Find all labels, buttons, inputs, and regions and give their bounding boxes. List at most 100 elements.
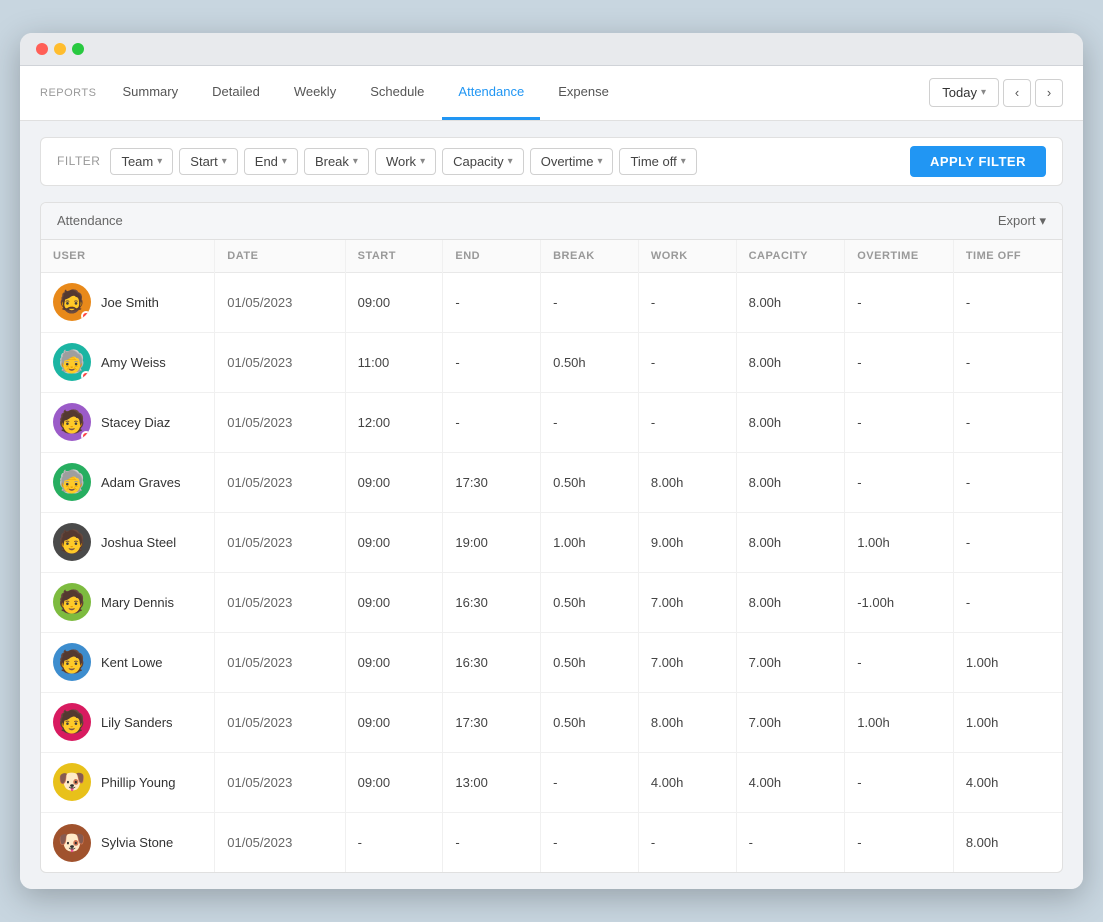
filter-end[interactable]: End ▾ [244, 148, 298, 175]
minimize-button[interactable] [54, 43, 66, 55]
overtime-cell: - [845, 332, 954, 392]
break-cell: - [541, 812, 639, 872]
table-row: 🧑 Stacey Diaz 01/05/2023 12:00 - - - 8.0… [41, 392, 1062, 452]
tab-schedule[interactable]: Schedule [354, 66, 440, 120]
work-cell: - [638, 392, 736, 452]
overtime-cell: - [845, 812, 954, 872]
start-cell: 12:00 [345, 392, 443, 452]
capacity-cell: 8.00h [736, 272, 845, 332]
table-row: 🐶 Phillip Young 01/05/2023 09:00 13:00 -… [41, 752, 1062, 812]
user-cell-4: 🧑 Joshua Steel [41, 512, 215, 572]
user-cell-2: 🧑 Stacey Diaz [41, 392, 215, 452]
timeoff-cell: 1.00h [953, 692, 1062, 752]
date-cell: 01/05/2023 [215, 392, 345, 452]
start-cell: 09:00 [345, 692, 443, 752]
date-cell: 01/05/2023 [215, 632, 345, 692]
filter-overtime[interactable]: Overtime ▾ [530, 148, 614, 175]
start-cell: 09:00 [345, 512, 443, 572]
filter-capacity[interactable]: Capacity ▾ [442, 148, 524, 175]
end-cell: - [443, 332, 541, 392]
table-row: 🧑 Joshua Steel 01/05/2023 09:00 19:00 1.… [41, 512, 1062, 572]
end-cell: - [443, 272, 541, 332]
tab-expense[interactable]: Expense [542, 66, 625, 120]
nav-tabs: REPORTS Summary Detailed Weekly Schedule… [40, 66, 625, 120]
timeoff-cell: - [953, 332, 1062, 392]
apply-filter-button[interactable]: APPLY FILTER [910, 146, 1046, 177]
user-name: Amy Weiss [101, 355, 166, 370]
overtime-cell: - [845, 452, 954, 512]
nav-bar: REPORTS Summary Detailed Weekly Schedule… [20, 66, 1083, 121]
break-cell: - [541, 272, 639, 332]
start-cell: 11:00 [345, 332, 443, 392]
timeoff-cell: 8.00h [953, 812, 1062, 872]
end-cell: 16:30 [443, 572, 541, 632]
user-cell-0: 🧔 Joe Smith [41, 272, 215, 332]
capacity-cell: 4.00h [736, 752, 845, 812]
table-header-bar: Attendance Export ▾ [41, 203, 1062, 240]
col-work: WORK [638, 240, 736, 273]
start-cell: 09:00 [345, 272, 443, 332]
date-cell: 01/05/2023 [215, 752, 345, 812]
col-break: BREAK [541, 240, 639, 273]
filter-bar: FILTER Team ▾ Start ▾ End ▾ Break ▾ Work… [40, 137, 1063, 186]
break-cell: - [541, 752, 639, 812]
today-button[interactable]: Today ▾ [929, 78, 999, 107]
table-section-title: Attendance [57, 213, 123, 228]
overtime-cell: - [845, 632, 954, 692]
tab-detailed[interactable]: Detailed [196, 66, 276, 120]
filter-label: FILTER [57, 154, 100, 168]
break-cell: 0.50h [541, 452, 639, 512]
user-cell-6: 🧑 Kent Lowe [41, 632, 215, 692]
export-button[interactable]: Export ▾ [998, 213, 1046, 229]
table-row: 🧔 Joe Smith 01/05/2023 09:00 - - - 8.00h… [41, 272, 1062, 332]
user-name: Phillip Young [101, 775, 175, 790]
filter-work[interactable]: Work ▾ [375, 148, 436, 175]
col-user: USER [41, 240, 215, 273]
maximize-button[interactable] [72, 43, 84, 55]
next-button[interactable]: › [1035, 79, 1063, 107]
end-cell: - [443, 812, 541, 872]
close-button[interactable] [36, 43, 48, 55]
filter-start[interactable]: Start ▾ [179, 148, 238, 175]
date-cell: 01/05/2023 [215, 272, 345, 332]
table-row: 🧑 Kent Lowe 01/05/2023 09:00 16:30 0.50h… [41, 632, 1062, 692]
user-cell-9: 🐶 Sylvia Stone [41, 812, 215, 872]
filter-team[interactable]: Team ▾ [110, 148, 173, 175]
user-cell-3: 🧓 Adam Graves [41, 452, 215, 512]
overtime-cell: - [845, 272, 954, 332]
table-row: 🧑 Mary Dennis 01/05/2023 09:00 16:30 0.5… [41, 572, 1062, 632]
filter-timeoff[interactable]: Time off ▾ [619, 148, 696, 175]
end-cell: 13:00 [443, 752, 541, 812]
overtime-chevron-icon: ▾ [597, 156, 602, 167]
user-name: Kent Lowe [101, 655, 162, 670]
user-cell-8: 🐶 Phillip Young [41, 752, 215, 812]
table-header-row: USER DATE START END BREAK WORK CAPACITY … [41, 240, 1062, 273]
end-cell: - [443, 392, 541, 452]
status-dot [81, 371, 91, 381]
prev-button[interactable]: ‹ [1003, 79, 1031, 107]
user-cell-1: 🧓 Amy Weiss [41, 332, 215, 392]
tab-attendance[interactable]: Attendance [442, 66, 540, 120]
user-name: Lily Sanders [101, 715, 173, 730]
work-chevron-icon: ▾ [420, 156, 425, 167]
capacity-chevron-icon: ▾ [508, 156, 513, 167]
start-cell: 09:00 [345, 452, 443, 512]
user-cell-5: 🧑 Mary Dennis [41, 572, 215, 632]
tab-weekly[interactable]: Weekly [278, 66, 352, 120]
work-cell: 4.00h [638, 752, 736, 812]
table-row: 🧓 Amy Weiss 01/05/2023 11:00 - 0.50h - 8… [41, 332, 1062, 392]
start-cell: 09:00 [345, 632, 443, 692]
start-cell: 09:00 [345, 752, 443, 812]
end-cell: 17:30 [443, 692, 541, 752]
filter-break[interactable]: Break ▾ [304, 148, 369, 175]
capacity-cell: 8.00h [736, 572, 845, 632]
break-cell: 0.50h [541, 692, 639, 752]
avatar: 🧑 [53, 403, 91, 441]
avatar: 🐶 [53, 763, 91, 801]
user-name: Joshua Steel [101, 535, 176, 550]
timeoff-cell: - [953, 392, 1062, 452]
table-row: 🧓 Adam Graves 01/05/2023 09:00 17:30 0.5… [41, 452, 1062, 512]
tab-summary[interactable]: Summary [106, 66, 194, 120]
capacity-cell: 8.00h [736, 512, 845, 572]
work-cell: - [638, 332, 736, 392]
